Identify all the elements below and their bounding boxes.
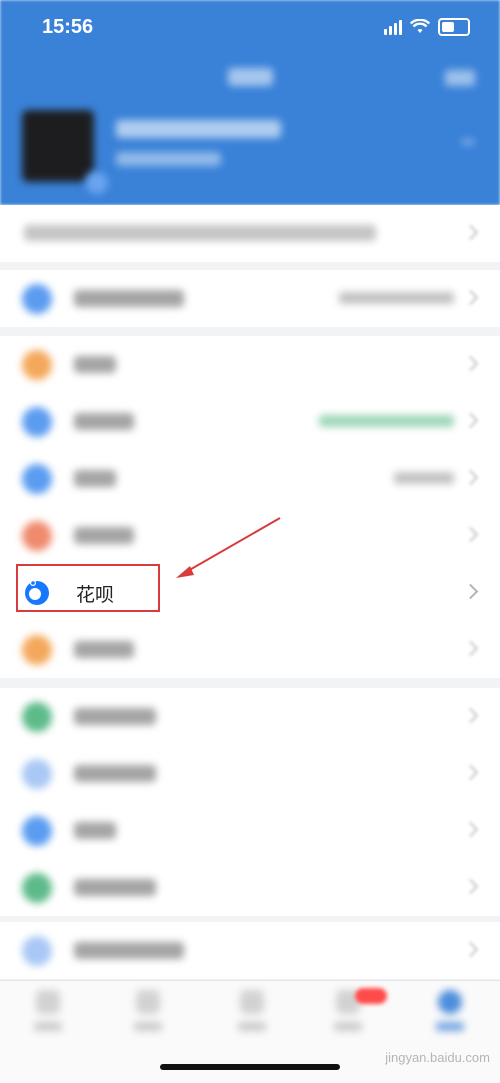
signal-icon — [384, 19, 402, 35]
chevron-right-icon — [462, 764, 479, 781]
menu-item-label — [74, 641, 134, 658]
chevron-right-icon — [462, 224, 479, 241]
menu-item-icon — [22, 759, 52, 789]
list-item[interactable] — [0, 802, 500, 859]
list-item[interactable] — [0, 922, 500, 979]
menu-item-label — [74, 356, 116, 373]
status-time: 15:56 — [42, 16, 94, 38]
list-item[interactable] — [0, 621, 500, 678]
menu-item-icon — [22, 521, 52, 551]
menu-item-label: 花呗 — [76, 585, 115, 606]
notice-card[interactable] — [0, 205, 500, 262]
chevron-right-icon — [462, 583, 479, 600]
chevron-right-icon — [462, 878, 479, 895]
avatar-badge-icon — [84, 170, 110, 196]
menu-group-1 — [0, 270, 500, 327]
chevron-right-icon — [462, 941, 479, 958]
list-item[interactable] — [0, 688, 500, 745]
menu-item-label — [74, 879, 156, 896]
menu-item-label — [74, 765, 156, 782]
chevron-right-icon — [462, 412, 479, 429]
menu-item-icon — [22, 702, 52, 732]
menu-group-4 — [0, 922, 500, 979]
menu-item-icon — [22, 816, 52, 846]
tab-finance[interactable] — [118, 990, 178, 1040]
menu-item-label — [74, 290, 184, 307]
list-item[interactable] — [0, 745, 500, 802]
list-item[interactable] — [0, 450, 500, 507]
huabei-logo-icon — [25, 580, 49, 605]
chevron-right-icon — [462, 469, 479, 486]
menu-item-value — [339, 292, 454, 304]
list-item[interactable] — [0, 507, 500, 564]
menu-group-3 — [0, 688, 500, 916]
menu-item-label — [74, 822, 116, 839]
nav-title — [228, 68, 273, 86]
watermark: jingyan.baidu.com — [385, 1050, 490, 1065]
status-icons — [384, 18, 470, 36]
profile-subtitle — [116, 152, 221, 166]
notice-text — [24, 225, 376, 241]
menu-item-icon — [22, 350, 52, 380]
home-indicator[interactable] — [160, 1064, 340, 1070]
tab-mine[interactable] — [420, 990, 480, 1040]
menu-item-label — [74, 942, 184, 959]
wifi-icon — [410, 19, 430, 33]
chevron-right-icon — [462, 289, 479, 306]
nav-settings-button[interactable] — [445, 70, 475, 86]
chevron-right-icon — [462, 821, 479, 838]
chevron-right-icon — [462, 355, 479, 372]
messages-badge — [355, 988, 387, 1004]
battery-icon — [438, 18, 470, 36]
menu-item-icon — [22, 284, 52, 314]
menu-item-icon — [22, 873, 52, 903]
tab-home[interactable] — [18, 990, 78, 1040]
menu-item-icon — [22, 635, 52, 665]
menu-group-2: 花呗 — [0, 336, 500, 678]
avatar[interactable] — [22, 110, 94, 182]
header-chevron-icon[interactable] — [462, 140, 474, 144]
menu-item-icon — [22, 407, 52, 437]
chevron-right-icon — [462, 640, 479, 657]
list-item[interactable] — [0, 336, 500, 393]
chevron-right-icon — [462, 707, 479, 724]
menu-item-value — [394, 472, 454, 484]
list-item[interactable] — [0, 393, 500, 450]
list-item[interactable] — [0, 270, 500, 327]
menu-item-icon — [22, 464, 52, 494]
menu-item-label — [74, 470, 116, 487]
list-item[interactable] — [0, 859, 500, 916]
profile-name[interactable] — [116, 120, 281, 138]
menu-item-huabei[interactable]: 花呗 — [0, 564, 500, 621]
status-bar: 15:56 — [0, 0, 500, 56]
chevron-right-icon — [462, 526, 479, 543]
menu-item-icon — [22, 936, 52, 966]
menu-item-label — [74, 527, 134, 544]
menu-item-value — [319, 415, 454, 427]
tab-koubei[interactable] — [222, 990, 282, 1040]
menu-item-label — [74, 708, 156, 725]
menu-item-label — [74, 413, 134, 430]
